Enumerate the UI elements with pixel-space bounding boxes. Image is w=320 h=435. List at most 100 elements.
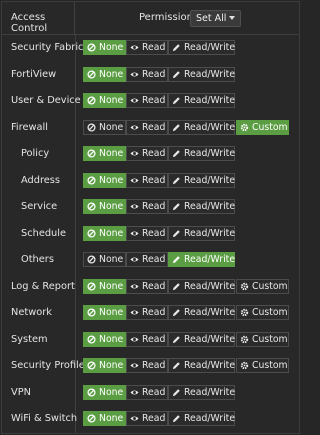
read-option-button[interactable]: Read	[126, 331, 168, 347]
read-option-button[interactable]: Read	[126, 384, 168, 400]
read-write-option-button[interactable]: Read/Write	[168, 40, 235, 55]
option-label: Read	[142, 280, 166, 292]
none-option-button[interactable]: None	[83, 384, 126, 400]
none-option-button[interactable]: None	[83, 66, 126, 82]
read-write-option-button[interactable]: Read/Write	[168, 358, 235, 373]
read-write-option-button[interactable]: Read/Write	[168, 66, 236, 82]
ban-icon	[87, 202, 96, 211]
permission-row-label: Address	[21, 174, 61, 186]
none-option-button[interactable]: None	[83, 252, 126, 267]
option-label: None	[99, 227, 124, 239]
read-write-option-button[interactable]: Read/Write	[168, 252, 235, 267]
permission-row-label: Schedule	[21, 227, 67, 239]
read-write-option-button[interactable]: Read/Write	[168, 93, 235, 108]
read-option-button[interactable]: Read	[126, 225, 168, 241]
pencil-icon	[172, 282, 181, 291]
permission-row: Others None Read Read/Write	[2, 247, 299, 273]
option-label: Read	[142, 254, 166, 265]
option-label: Read	[142, 95, 166, 106]
ban-icon	[87, 255, 96, 264]
ban-icon	[87, 96, 96, 105]
read-option-button[interactable]: Read	[126, 411, 168, 426]
none-option-button[interactable]: None	[83, 40, 126, 55]
permission-row-label: WiFi & Switch	[11, 413, 78, 424]
option-label: None	[99, 254, 124, 265]
eye-icon	[130, 43, 139, 52]
ban-icon	[87, 334, 96, 344]
read-write-option-button[interactable]: Read/Write	[168, 119, 235, 135]
read-write-option-button[interactable]: Read/Write	[168, 411, 235, 426]
none-option-button[interactable]: None	[83, 146, 126, 161]
read-option-button[interactable]: Read	[126, 252, 168, 267]
none-option-button[interactable]: None	[83, 225, 126, 241]
read-write-option-button[interactable]: Read/Write	[168, 305, 235, 320]
set-all-dropdown[interactable]: Set All	[190, 10, 242, 27]
read-write-option-button[interactable]: Read/Write	[168, 172, 235, 188]
permission-row-label: Security Profile	[11, 360, 85, 371]
read-option-button[interactable]: Read	[126, 40, 168, 55]
option-label: Read	[142, 148, 166, 159]
option-label: None	[99, 386, 124, 398]
read-option-button[interactable]: Read	[126, 199, 168, 214]
option-label: None	[99, 360, 124, 371]
none-option-button[interactable]: None	[83, 358, 126, 373]
permission-row: Network None Read Read/Write Custom	[2, 300, 299, 326]
eye-icon	[130, 335, 139, 344]
none-option-button[interactable]: None	[83, 93, 126, 108]
read-option-button[interactable]: Read	[126, 66, 168, 82]
read-write-option-button[interactable]: Read/Write	[168, 225, 235, 241]
read-write-option-button[interactable]: Read/Write	[168, 278, 235, 294]
option-label: Read/Write	[184, 68, 236, 80]
read-write-option-button[interactable]: Read/Write	[168, 146, 235, 161]
pencil-icon	[172, 43, 181, 52]
ban-icon	[87, 281, 96, 291]
option-label: Read/Write	[184, 95, 236, 106]
eye-icon	[130, 361, 139, 370]
read-write-option-button[interactable]: Read/Write	[168, 331, 235, 347]
custom-option-button[interactable]: Custom	[236, 278, 289, 294]
none-option-button[interactable]: None	[83, 411, 126, 426]
pencil-icon	[172, 414, 181, 423]
read-option-button[interactable]: Read	[126, 93, 168, 108]
read-option-button[interactable]: Read	[126, 358, 168, 373]
ban-icon	[87, 228, 96, 238]
ban-icon	[87, 361, 96, 370]
none-option-button[interactable]: None	[83, 119, 126, 135]
ban-icon	[87, 175, 96, 185]
permission-row: Security Fabric None Read Read/Write	[2, 35, 299, 61]
permission-row-label: Network	[11, 307, 52, 318]
access-control-header: Access Control	[2, 2, 75, 34]
eye-icon	[130, 255, 139, 264]
custom-option-button[interactable]: Custom	[236, 358, 289, 373]
read-option-button[interactable]: Read	[126, 305, 168, 320]
custom-option-button[interactable]: Custom	[236, 305, 289, 320]
option-label: Read	[142, 174, 166, 186]
read-option-button[interactable]: Read	[126, 278, 168, 294]
none-option-button[interactable]: None	[83, 331, 126, 347]
ban-icon	[87, 69, 96, 79]
read-option-button[interactable]: Read	[126, 146, 168, 161]
eye-icon	[130, 96, 139, 105]
chevron-down-icon	[229, 16, 236, 20]
read-option-button[interactable]: Read	[126, 172, 168, 188]
option-label: Read/Write	[184, 413, 236, 424]
read-option-button[interactable]: Read	[126, 119, 168, 135]
custom-option-button[interactable]: Custom	[236, 119, 289, 135]
gear-icon	[240, 282, 249, 291]
none-option-button[interactable]: None	[83, 305, 126, 320]
gear-icon	[240, 123, 249, 132]
permission-row: Log & Report None Read Read/Write Custom	[2, 274, 299, 300]
option-label: Read/Write	[184, 148, 236, 159]
table-header: Access Control Permissions Set All	[2, 2, 299, 35]
none-option-button[interactable]: None	[83, 172, 126, 188]
eye-icon	[130, 414, 139, 423]
gear-icon	[240, 361, 249, 370]
pencil-icon	[172, 149, 181, 158]
custom-option-button[interactable]: Custom	[236, 331, 289, 347]
none-option-button[interactable]: None	[83, 278, 126, 294]
none-option-button[interactable]: None	[83, 199, 126, 214]
read-write-option-button[interactable]: Read/Write	[168, 199, 235, 214]
pencil-icon	[172, 361, 181, 370]
permission-row-label: System	[11, 333, 48, 345]
read-write-option-button[interactable]: Read/Write	[168, 384, 235, 400]
